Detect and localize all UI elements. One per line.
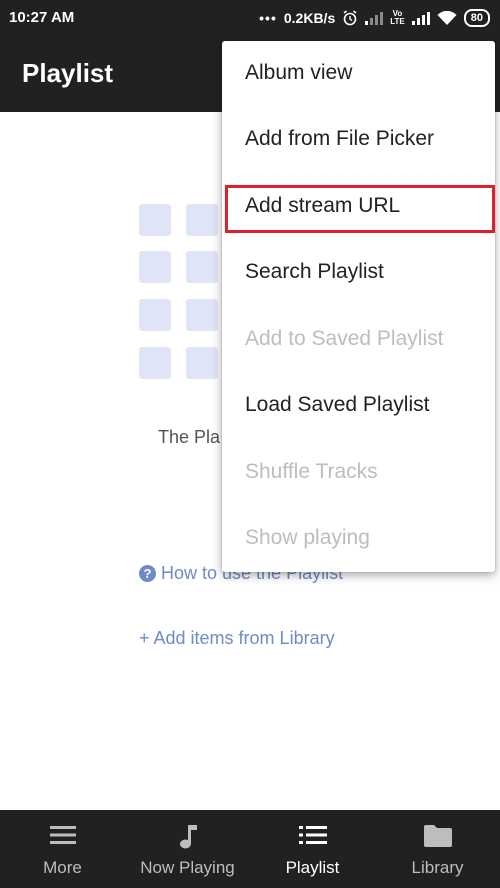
menu-item-show-playing: Show playing — [222, 506, 495, 572]
bottom-nav: More Now Playing Playlist Library — [0, 810, 500, 888]
menu-item-label: Add to Saved Playlist — [245, 327, 444, 350]
menu-item-label: Show playing — [245, 526, 370, 549]
signal-icon — [365, 11, 384, 25]
empty-message: The Pla — [158, 427, 221, 447]
menu-item-label: Album view — [245, 61, 353, 84]
status-bar: 10:27 AM ••• 0.2KB/s Vo LTE 80 — [0, 0, 500, 36]
menu-item-add-from-file-picker[interactable]: Add from File Picker — [222, 107, 495, 173]
menu-item-label: Add from File Picker — [245, 127, 435, 150]
menu-item-album-view[interactable]: Album view — [222, 41, 495, 107]
nav-item-playlist[interactable]: Playlist — [250, 810, 375, 888]
folder-icon — [423, 825, 452, 847]
nav-label: Now Playing — [140, 858, 235, 877]
hamburger-icon — [49, 826, 76, 844]
alarm-icon — [343, 10, 357, 26]
notification-dots: ••• — [259, 10, 277, 26]
nav-item-more[interactable]: More — [0, 810, 125, 888]
nav-item-library[interactable]: Library — [375, 810, 500, 888]
wifi-icon — [437, 10, 457, 25]
status-time: 10:27 AM — [9, 9, 75, 26]
battery-icon: 80 — [463, 9, 490, 27]
help-icon: ? — [139, 565, 156, 582]
signal-icon — [411, 11, 430, 25]
menu-item-label: Shuffle Tracks — [245, 460, 378, 483]
page-title: Playlist — [22, 58, 114, 88]
list-icon — [298, 826, 327, 844]
nav-label: More — [43, 858, 82, 877]
highlight-box — [225, 185, 495, 233]
status-icons: ••• 0.2KB/s Vo LTE 80 — [259, 8, 490, 28]
menu-item-label: Search Playlist — [245, 260, 384, 283]
volte-badge: Vo LTE — [390, 9, 405, 26]
nav-label: Playlist — [285, 858, 340, 877]
nav-label: Library — [411, 858, 464, 877]
menu-item-label: Load Saved Playlist — [245, 393, 430, 416]
add-from-library-link[interactable]: + Add items from Library — [139, 628, 335, 649]
menu-item-load-saved-playlist[interactable]: Load Saved Playlist — [222, 373, 495, 439]
menu-item-shuffle-tracks: Shuffle Tracks — [222, 440, 495, 506]
music-note-icon — [179, 825, 197, 849]
menu-item-search-playlist[interactable]: Search Playlist — [222, 240, 495, 306]
overflow-menu: Album view Add from File Picker Add stre… — [222, 41, 495, 572]
menu-item-add-to-saved-playlist: Add to Saved Playlist — [222, 307, 495, 373]
nav-item-now-playing[interactable]: Now Playing — [125, 810, 250, 888]
network-speed: 0.2KB/s — [283, 10, 336, 26]
